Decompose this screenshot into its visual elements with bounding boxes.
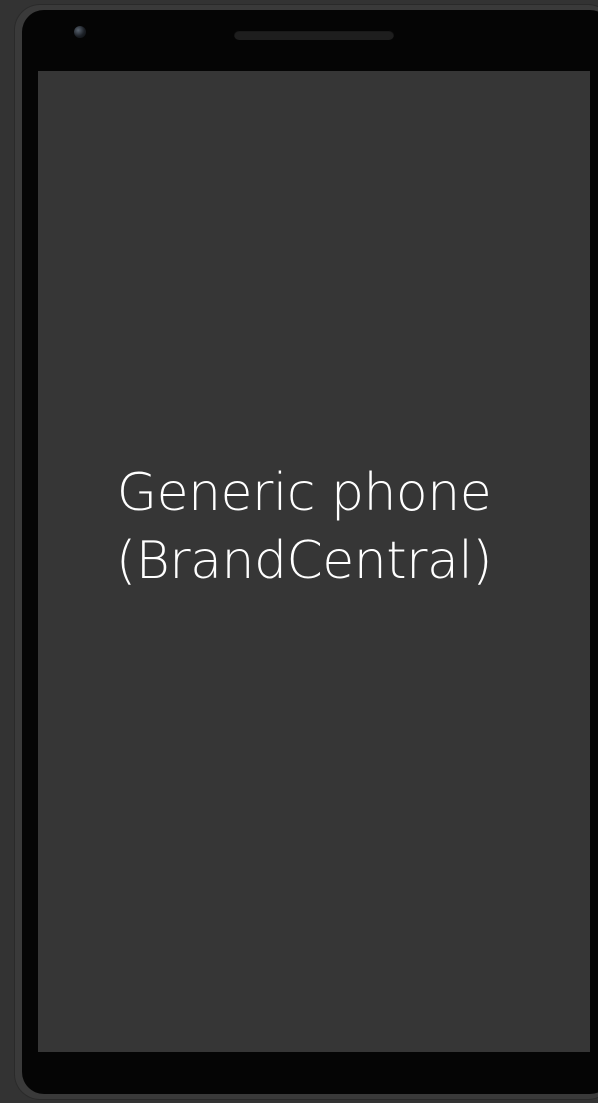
front-camera-icon [74,26,86,38]
phone-screen: Generic phone (BrandCentral) [38,71,590,1052]
earpiece-speaker [234,30,394,40]
device-preview-canvas: Generic phone (BrandCentral) [0,0,598,1103]
device-name-line1: Generic phone [116,462,492,523]
device-name-line2: (BrandCentral) [115,530,493,591]
device-name-label: Generic phone (BrandCentral) [115,459,493,595]
